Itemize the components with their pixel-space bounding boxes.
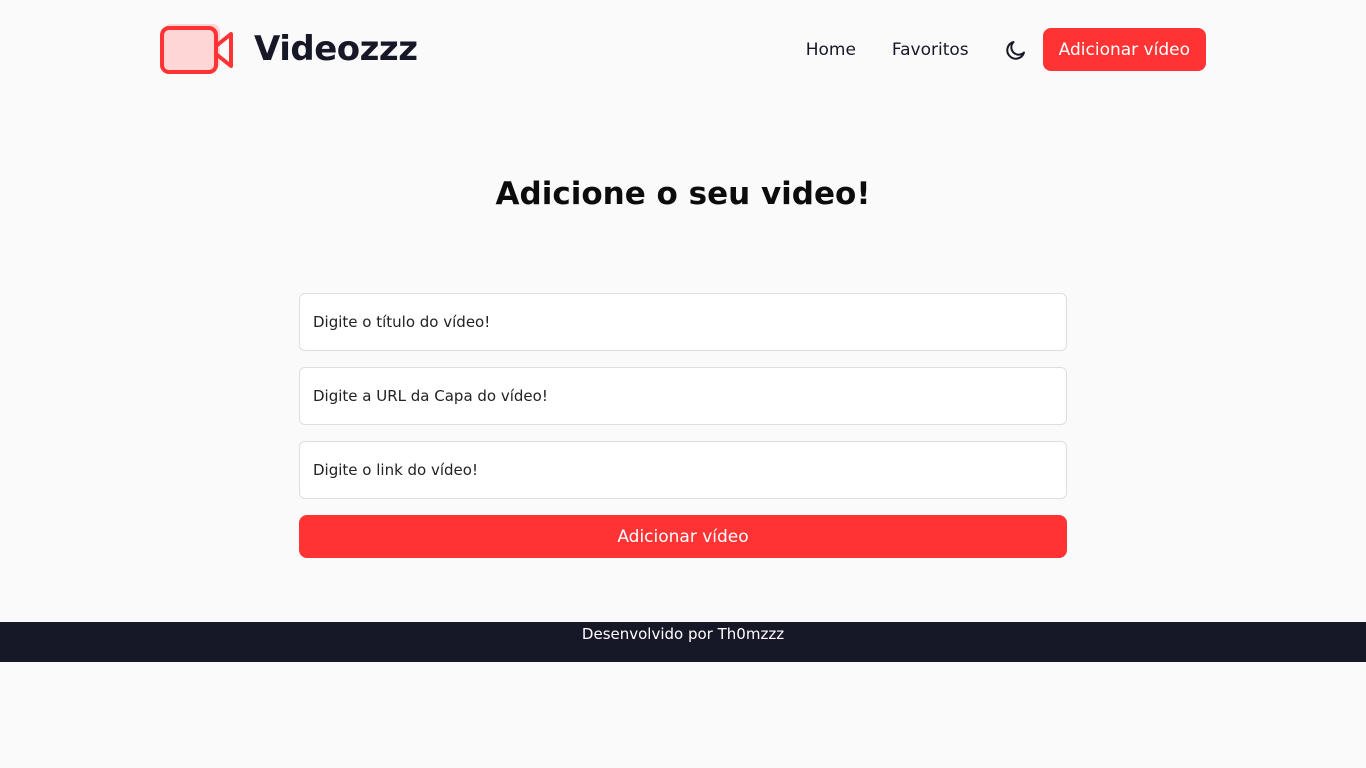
add-video-form: Adicionar vídeo: [299, 293, 1067, 558]
video-cover-url-input[interactable]: [299, 367, 1067, 425]
nav-home-link[interactable]: Home: [806, 40, 856, 60]
main-nav: Home Favoritos Adicionar vídeo: [806, 28, 1206, 71]
site-header: Videozzz Home Favoritos Adicionar vídeo: [0, 0, 1366, 100]
nav-favorites-link[interactable]: Favoritos: [892, 40, 969, 60]
video-title-input[interactable]: [299, 293, 1067, 351]
header-add-video-button[interactable]: Adicionar vídeo: [1042, 28, 1206, 71]
video-camera-icon: [160, 24, 233, 74]
page-title: Adicione o seu video!: [495, 176, 871, 212]
submit-add-video-button[interactable]: Adicionar vídeo: [299, 515, 1067, 558]
brand-logo[interactable]: Videozzz: [160, 22, 418, 76]
footer-credit: Desenvolvido por Th0mzzz: [581, 625, 785, 643]
video-link-input[interactable]: [299, 441, 1067, 499]
site-footer: Desenvolvido por Th0mzzz: [0, 622, 1366, 662]
moon-icon: [1006, 40, 1025, 60]
brand-name: Videozzz: [254, 29, 418, 69]
theme-toggle-button[interactable]: [1003, 37, 1029, 63]
